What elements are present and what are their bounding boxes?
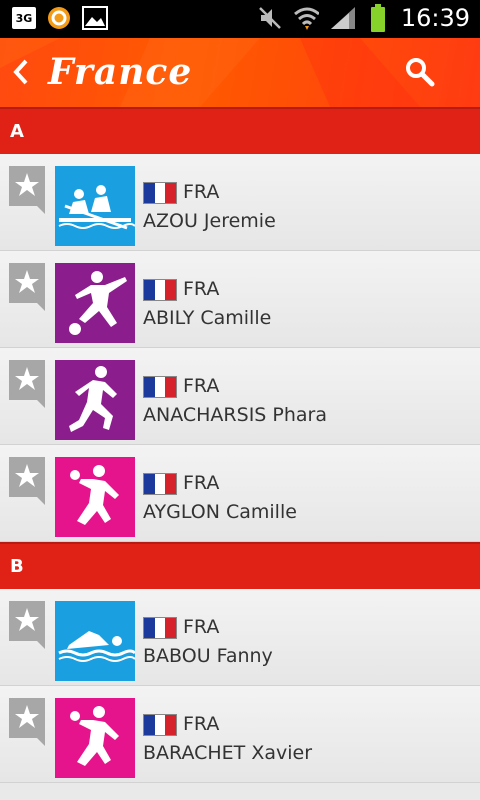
page-title: France [48,51,193,93]
favorite-star-icon[interactable] [9,601,45,649]
athlete-list: A FRA AZOU Jeremie FRA ABILY Camille FRA… [0,107,480,783]
country-code: FRA [183,375,220,397]
favorite-star-icon[interactable] [9,457,45,505]
search-icon [406,58,435,87]
list-item[interactable]: FRA BABOU Fanny [0,589,480,686]
list-item[interactable]: FRA ANACHARSIS Phara [0,348,480,445]
status-bar: 3G 16:39 [0,0,480,38]
athlete-name: BARACHET Xavier [143,742,313,764]
list-item[interactable]: FRA ABILY Camille [0,251,480,348]
back-button[interactable] [8,53,34,91]
athlete-name: BABOU Fanny [143,645,273,667]
clock: 16:39 [400,4,470,32]
country-code: FRA [183,472,220,494]
handball-icon [55,698,135,778]
list-item[interactable]: FRA AYGLON Camille [0,445,480,542]
flag-france-icon [143,182,177,204]
country-code: FRA [183,278,220,300]
athletics-icon [55,360,135,440]
mute-icon [257,5,283,31]
football-icon [55,263,135,343]
country-code: FRA [183,181,220,203]
country-code: FRA [183,616,220,638]
list-item[interactable]: FRA BARACHET Xavier [0,686,480,783]
flag-france-icon [143,376,177,398]
list-item[interactable]: FRA AZOU Jeremie [0,154,480,251]
app-bar: France [0,38,480,107]
handball-icon [55,457,135,537]
circle-app-icon [46,5,72,31]
athlete-name: AYGLON Camille [143,501,297,523]
battery-icon [365,4,391,32]
search-button[interactable] [404,56,436,88]
athlete-name: ABILY Camille [143,307,272,329]
section-header-b: B [0,542,480,589]
3g-icon: 3G [12,7,36,29]
country-code: FRA [183,713,220,735]
favorite-star-icon[interactable] [9,360,45,408]
athlete-name: ANACHARSIS Phara [143,404,327,426]
chevron-left-icon [13,59,28,85]
favorite-star-icon[interactable] [9,698,45,746]
signal-icon [329,5,355,31]
image-icon [82,5,108,31]
rowing-icon [55,166,135,246]
flag-france-icon [143,617,177,639]
favorite-star-icon[interactable] [9,166,45,214]
wifi-icon [293,5,319,31]
flag-france-icon [143,279,177,301]
athlete-name: AZOU Jeremie [143,210,276,232]
swimming-icon [55,601,135,681]
flag-france-icon [143,473,177,495]
flag-france-icon [143,714,177,736]
section-header-a: A [0,107,480,154]
favorite-star-icon[interactable] [9,263,45,311]
